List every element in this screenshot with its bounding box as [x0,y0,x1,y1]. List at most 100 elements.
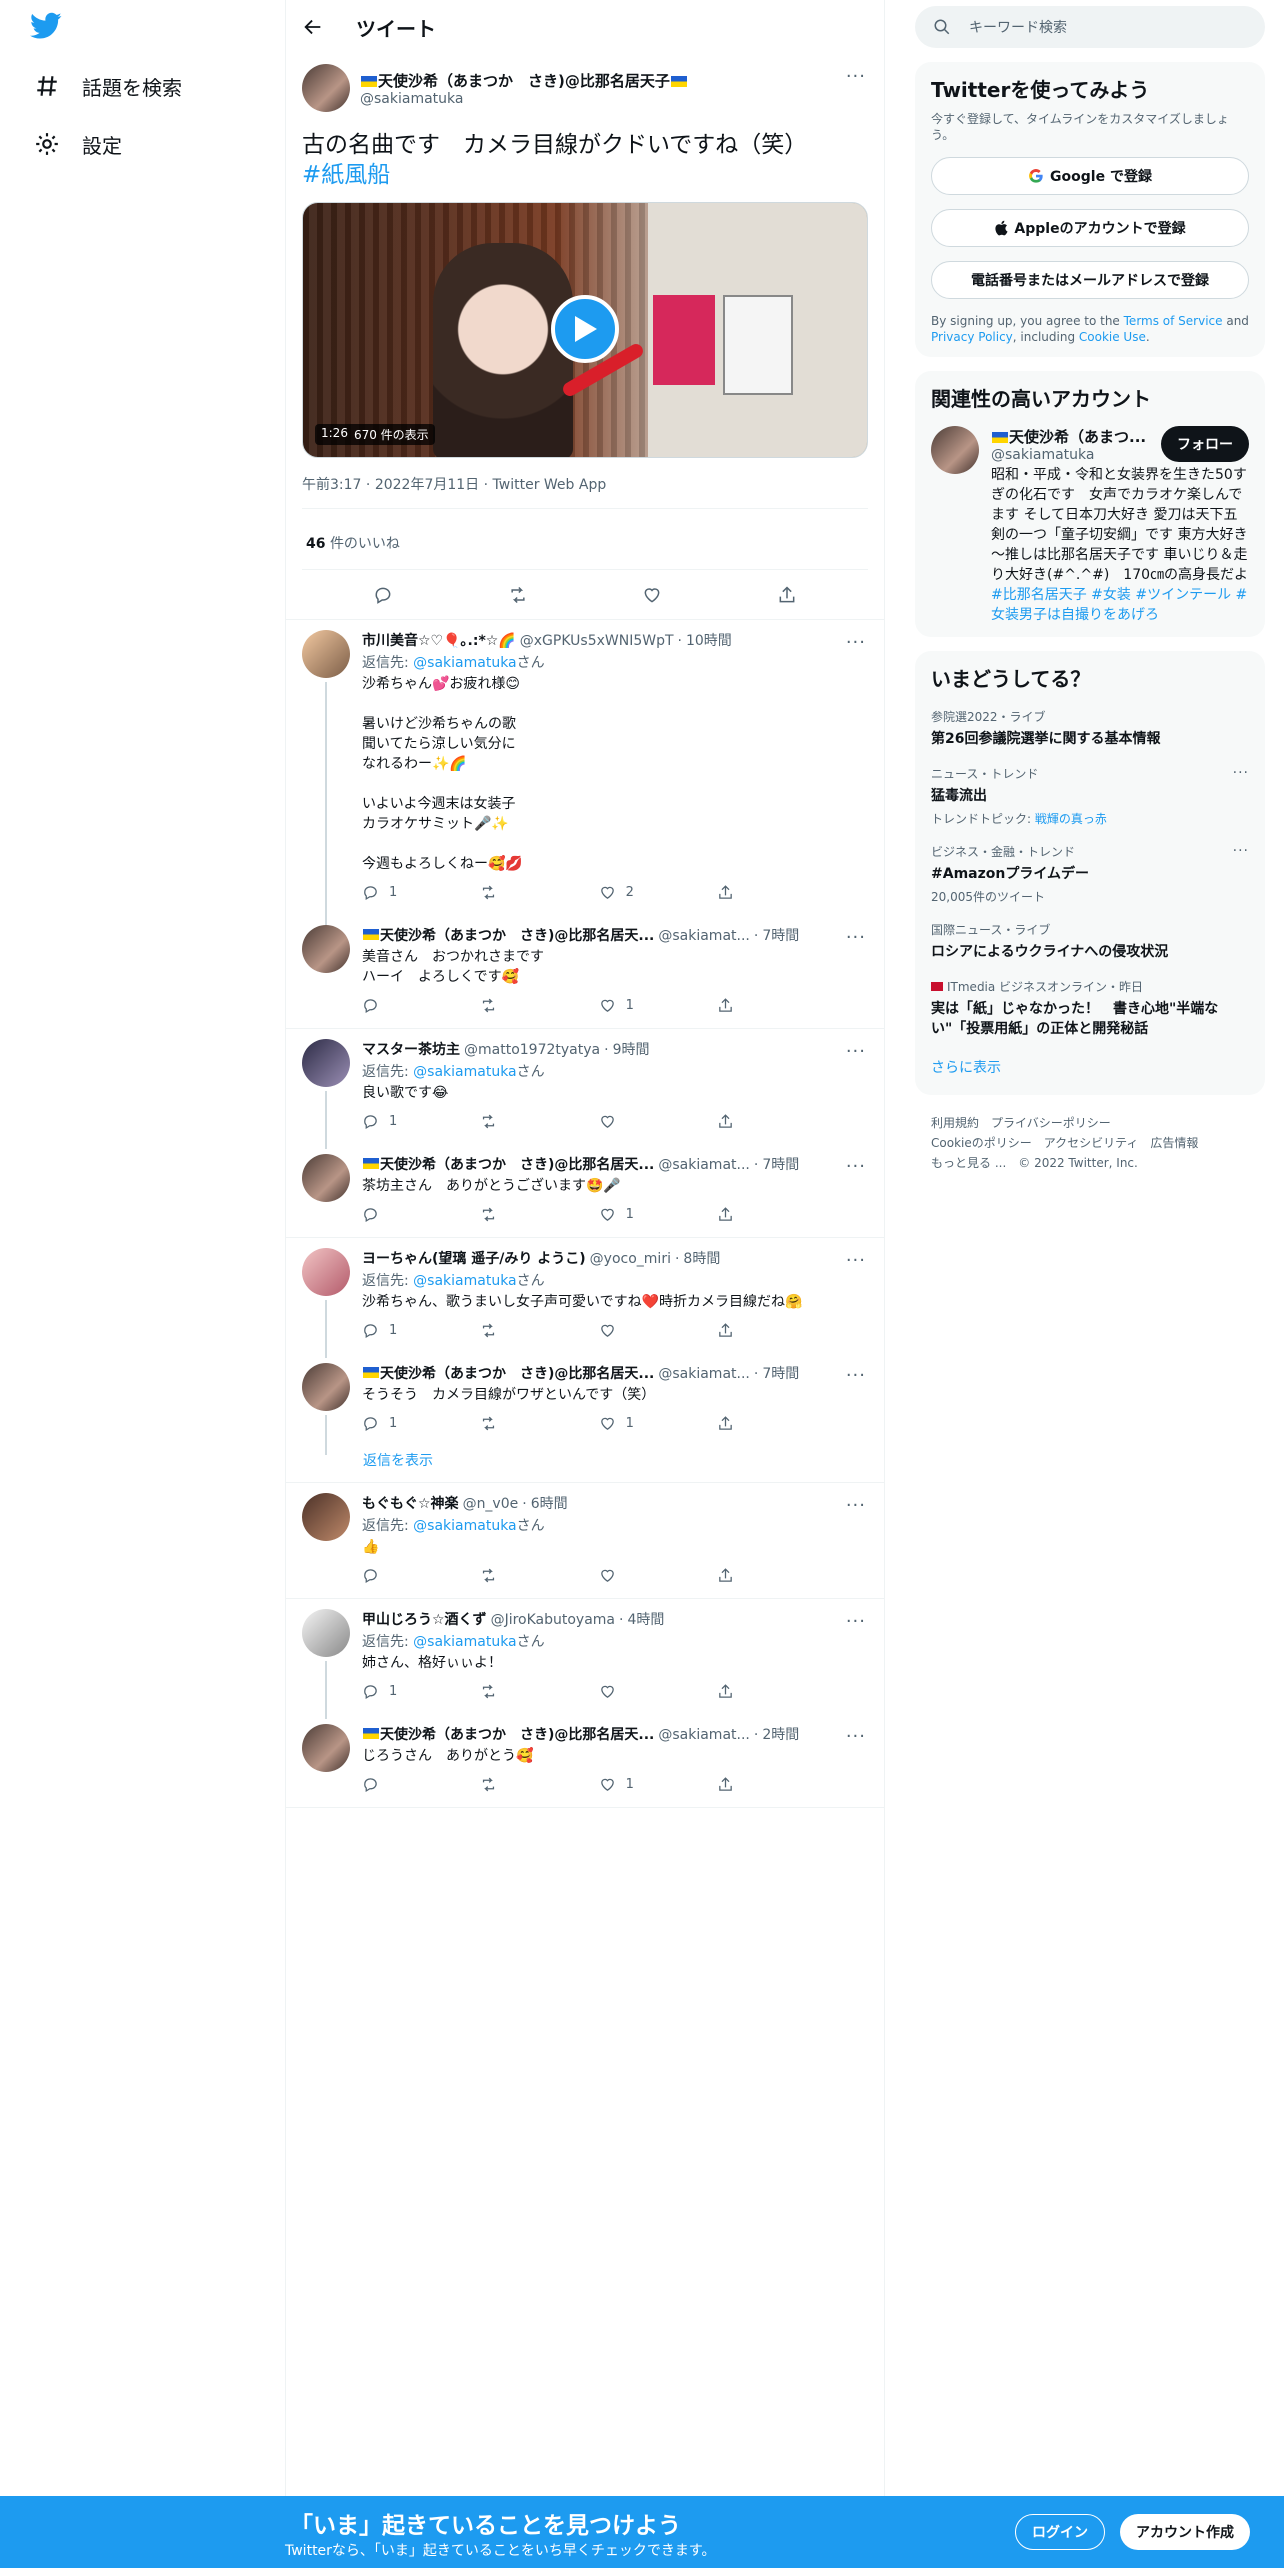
related-avatar[interactable] [931,426,979,474]
reply-author-name[interactable]: 天使沙希（あまつか さき)@比那名居天... [380,1363,654,1383]
share-button[interactable] [717,1683,787,1700]
more-options-icon[interactable]: ··· [846,1365,866,1386]
share-button[interactable] [717,1567,787,1584]
trend-item[interactable]: ニュース・トレンド 猛毒流出 トレンドトピック: 戦輝の真っ赤 ··· [931,765,1249,827]
reply-to-link[interactable]: @sakiamatuka [413,1064,516,1080]
reply-time[interactable]: 7時間 [762,925,799,945]
reply-author-handle[interactable]: @sakiamat... [658,928,750,944]
more-options-icon[interactable]: ··· [846,632,866,653]
share-button[interactable] [717,884,787,901]
retweet-button[interactable] [480,1567,550,1584]
reply-tweet[interactable]: 天使沙希（あまつか さき)@比那名居天... @sakiamat... · 7時間 茶… [286,1144,884,1238]
more-options-icon[interactable]: ··· [1233,765,1249,781]
footer-line-2[interactable]: Cookieのポリシー アクセシビリティ 広告情報 [931,1133,1265,1153]
search-box[interactable]: キーワード検索 [915,6,1265,48]
reply-avatar[interactable] [302,1363,350,1411]
reply-avatar[interactable] [302,925,350,973]
like-button[interactable]: 1 [599,1776,669,1793]
reply-author-handle[interactable]: @sakiamat... [658,1727,750,1743]
reply-tweet[interactable]: ヨーちゃん(望璃 遥子/みり ようこ) @yoco_miri · 8時間 返信先: @… [286,1238,884,1358]
reply-author-handle[interactable]: @n_v0e [463,1496,519,1512]
share-button[interactable] [717,1776,787,1793]
retweet-button[interactable] [480,1683,550,1700]
reply-author-handle[interactable]: @yoco_miri [590,1251,671,1267]
reply-time[interactable]: 2時間 [762,1724,799,1744]
reply-to-link[interactable]: @sakiamatuka [413,1273,516,1289]
reply-time[interactable]: 8時間 [683,1248,720,1268]
reply-avatar[interactable] [302,1609,350,1657]
tweet-date[interactable]: 2022年7月11日 [375,477,479,493]
more-options-icon[interactable]: ··· [846,1041,866,1062]
tweet-time[interactable]: 午前3:17 [302,477,361,493]
reply-button[interactable] [362,1567,432,1584]
reply-tweet[interactable]: 天使沙希（あまつか さき)@比那名居天... @sakiamat... · 2時間 じ… [286,1714,884,1808]
reply-author-name[interactable]: 天使沙希（あまつか さき)@比那名居天... [380,1154,654,1174]
share-button[interactable] [717,1113,787,1130]
show-more-trends-link[interactable]: さらに表示 [931,1060,1001,1076]
more-options-icon[interactable]: ··· [846,1726,866,1747]
reply-tweet[interactable]: マスター茶坊主 @matto1972tyatya · 9時間 返信先: @sakiam… [286,1029,884,1149]
reply-button[interactable]: 1 [362,1683,432,1700]
trend-item[interactable]: ビジネス・金融・トレンド #Amazonプライムデー 20,005件のツイート … [931,843,1249,905]
search-input[interactable]: キーワード検索 [969,17,1067,37]
reply-time[interactable]: 9時間 [613,1039,650,1059]
retweet-icon[interactable] [508,585,528,605]
reply-button[interactable] [362,997,432,1014]
reply-tweet[interactable]: 甲山じろう☆酒くず @JiroKabutoyama · 4時間 返信先: @sakia… [286,1599,884,1719]
retweet-button[interactable] [480,1776,550,1793]
trend-item[interactable]: ITmedia ビジネスオンライン・昨日 実は「紙」じゃなかった！ 書き心地"半… [931,978,1249,1039]
reply-author-handle[interactable]: @matto1972tyatya [464,1042,600,1058]
reply-to-link[interactable]: @sakiamatuka [413,1634,516,1650]
like-button[interactable] [599,1683,669,1700]
terms-link[interactable]: Terms of Service [1124,314,1223,328]
cookie-link[interactable]: Cookie Use [1079,330,1146,344]
share-button[interactable] [717,997,787,1014]
reply-button[interactable]: 1 [362,884,432,901]
reply-time[interactable]: 4時間 [627,1609,664,1629]
reply-time[interactable]: 10時間 [686,630,732,650]
show-replies-link[interactable]: 返信を表示 [286,1446,884,1483]
author-name-row[interactable]: 天使沙希（あまつか さき)@比那名居天子 [360,70,688,91]
retweet-button[interactable] [480,884,550,901]
reply-time[interactable]: 6時間 [531,1493,568,1513]
like-button[interactable] [599,1567,669,1584]
author-handle[interactable]: @sakiamatuka [360,91,688,107]
bio-hashtags[interactable]: #比那名居天子 #女装 #ツインテール #女装男子は自撮りをあげろ [991,587,1247,623]
reply-avatar[interactable] [302,1724,350,1772]
more-options-icon[interactable]: ··· [846,1250,866,1271]
reply-button[interactable]: 1 [362,1322,432,1339]
reply-button[interactable]: 1 [362,1113,432,1130]
trend-topic-link[interactable]: 戦輝の真っ赤 [1035,812,1107,826]
reply-button[interactable] [362,1206,432,1223]
hashtag-link[interactable]: #紙風船 [302,162,390,188]
reply-avatar[interactable] [302,630,350,678]
reply-to-link[interactable]: @sakiamatuka [413,1518,516,1534]
like-icon[interactable] [642,585,662,605]
google-signup-button[interactable]: Google で登録 [931,157,1249,195]
reply-time[interactable]: 7時間 [762,1363,799,1383]
like-button[interactable] [599,1113,669,1130]
reply-author-name[interactable]: 天使沙希（あまつか さき)@比那名居天... [380,1724,654,1744]
reply-avatar[interactable] [302,1039,350,1087]
nav-settings[interactable]: 設定 [34,124,122,164]
apple-signup-button[interactable]: Appleのアカウントで登録 [931,209,1249,247]
reply-avatar[interactable] [302,1493,350,1541]
retweet-button[interactable] [480,1415,550,1432]
share-button[interactable] [717,1206,787,1223]
reply-author-name[interactable]: 市川美音☆♡🎈｡.:*☆🌈 [362,630,516,650]
retweet-button[interactable] [480,1322,550,1339]
reply-author-name[interactable]: マスター茶坊主 [362,1039,460,1059]
reply-author-name[interactable]: ヨーちゃん(望璃 遥子/みり ようこ) [362,1248,586,1268]
reply-button[interactable] [362,1776,432,1793]
footer-line-1[interactable]: 利用規約 プライバシーポリシー [931,1113,1265,1133]
retweet-button[interactable] [480,1113,550,1130]
reply-author-name[interactable]: もぐもぐ☆神楽 [362,1493,459,1513]
twitter-logo-icon[interactable] [30,12,62,40]
retweet-button[interactable] [480,997,550,1014]
phone-email-signup-button[interactable]: 電話番号またはメールアドレスで登録 [931,261,1249,299]
reply-tweet[interactable]: 市川美音☆♡🎈｡.:*☆🌈 @xGPKUs5xWNI5WpT · 10時間 返信先: … [286,620,884,952]
more-options-icon[interactable]: ··· [846,1495,866,1516]
follow-button[interactable]: フォロー [1161,426,1249,462]
more-options-icon[interactable]: ··· [846,927,866,948]
reply-time[interactable]: 7時間 [762,1154,799,1174]
